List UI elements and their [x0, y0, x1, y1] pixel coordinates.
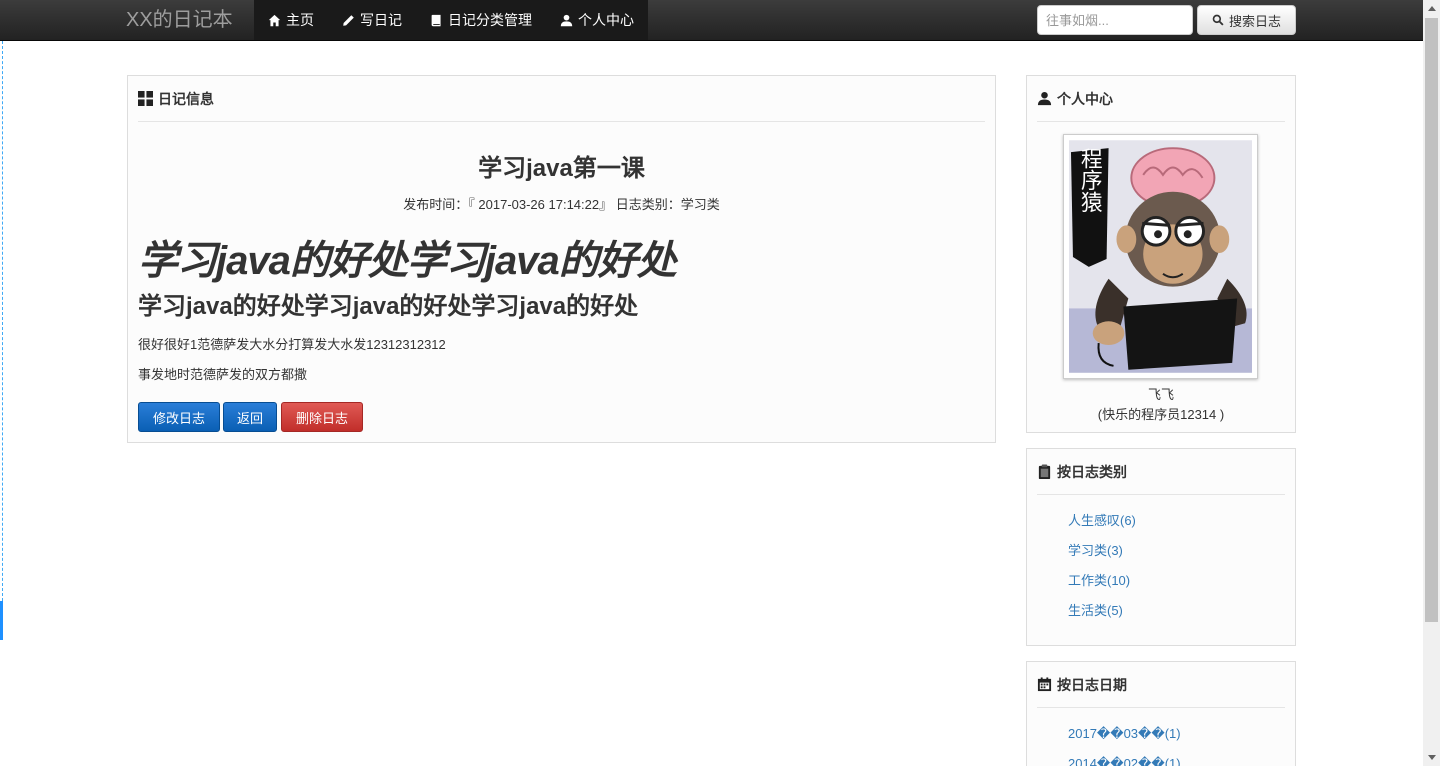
nav-write-diary-label: 写日记	[360, 12, 402, 28]
search-button-label: 搜索日志	[1228, 13, 1281, 29]
nav-category-manage[interactable]: 日记分类管理	[416, 0, 546, 40]
date-heading: 按日志日期	[1057, 676, 1127, 693]
list-item: 学习类(3)	[1068, 541, 1136, 571]
scroll-down-arrow-icon[interactable]	[1423, 749, 1440, 766]
search-button[interactable]: 搜索日志	[1197, 5, 1296, 35]
nickname: 飞飞	[1147, 387, 1174, 402]
diary-title: 学习java第一课	[478, 155, 645, 182]
content-paragraph-2: 事发地时范德萨发的双方都撒	[138, 367, 308, 382]
home-icon	[268, 14, 281, 26]
search-input[interactable]	[1037, 5, 1193, 35]
list-item: 工作类(10)	[1068, 571, 1136, 601]
top-navbar: XX的日记本 主页 写日记 日记分类管理 个人中心 搜索日志	[0, 0, 1423, 41]
date-header: 按日志日期	[1037, 662, 1285, 708]
date-link[interactable]: 2017��03��(1)	[1068, 726, 1181, 741]
category-link[interactable]: 工作类(10)	[1068, 573, 1130, 588]
delete-diary-button[interactable]: 删除日志	[281, 402, 363, 432]
list-item: 生活类(5)	[1068, 601, 1136, 631]
mood-text: (快乐的程序员12314 )	[1097, 407, 1225, 422]
content-paragraph-1: 很好很好1范德萨发大水分打算发大水发12312312312	[138, 337, 446, 352]
category-heading: 按日志类别	[1057, 463, 1127, 480]
nav-write-diary[interactable]: 写日记	[328, 0, 416, 40]
personal-center-panel: 个人中心 程序猿 飞飞 (快乐的程序员12314)	[1026, 75, 1296, 433]
scroll-up-arrow-icon[interactable]	[1423, 0, 1440, 17]
grid-icon	[138, 91, 153, 106]
category-panel: 按日志类别 人生感叹(6) 学习类(3) 工作类(10) 生活类(5)	[1026, 448, 1296, 646]
clipboard-icon	[1038, 464, 1051, 479]
category-link[interactable]: 生活类(5)	[1068, 603, 1123, 618]
avatar-banner-text: 程序猿	[1077, 147, 1102, 213]
book-icon	[431, 14, 441, 26]
date-list: 2017��03��(1) 2014��02��(1)	[1068, 724, 1181, 766]
diary-meta: 发布时间：『 2017-03-26 17:14:22』 日志类别：学习类	[403, 197, 720, 212]
category-header: 按日志类别	[1037, 449, 1285, 495]
nav-home[interactable]: 主页	[254, 0, 328, 40]
left-edge-marker	[0, 601, 3, 640]
user-icon	[1037, 91, 1052, 106]
edit-diary-button[interactable]: 修改日志	[138, 402, 220, 432]
scrollbar-thumb[interactable]	[1425, 18, 1438, 622]
left-dashed-guide	[2, 41, 3, 601]
list-item: 2014��02��(1)	[1068, 754, 1181, 766]
page-scrollbar[interactable]	[1423, 0, 1440, 766]
user-icon	[560, 14, 573, 26]
back-button[interactable]: 返回	[223, 402, 277, 432]
content-heading-bold: 学习java的好处学习java的好处学习java的好处	[138, 293, 639, 320]
nav-personal-center-label: 个人中心	[578, 12, 634, 28]
personal-center-header: 个人中心	[1037, 76, 1285, 122]
nav-home-label: 主页	[286, 12, 314, 28]
diary-info-heading: 日记信息	[158, 90, 214, 107]
calendar-icon	[1037, 677, 1052, 692]
content-heading-italic: 学习java的好处学习java的好处	[138, 239, 677, 283]
list-item: 2017��03��(1)	[1068, 724, 1181, 754]
diary-info-panel: 日记信息 学习java第一课 发布时间：『 2017-03-26 17:14:2…	[127, 75, 996, 443]
personal-center-heading: 个人中心	[1057, 90, 1113, 107]
date-panel: 按日志日期 2017��03��(1) 2014��02��(1)	[1026, 661, 1296, 766]
date-link[interactable]: 2014��02��(1)	[1068, 756, 1181, 766]
category-link[interactable]: 学习类(3)	[1068, 543, 1123, 558]
nav-personal-center[interactable]: 个人中心	[546, 0, 648, 40]
category-link[interactable]: 人生感叹(6)	[1068, 513, 1136, 528]
main-nav: 主页 写日记 日记分类管理 个人中心	[254, 0, 648, 40]
category-list: 人生感叹(6) 学习类(3) 工作类(10) 生活类(5)	[1068, 511, 1136, 631]
pencil-icon	[343, 14, 354, 26]
list-item: 人生感叹(6)	[1068, 511, 1136, 541]
nav-category-manage-label: 日记分类管理	[448, 12, 532, 28]
diary-info-header: 日记信息	[138, 76, 985, 122]
search-icon	[1212, 14, 1224, 26]
brand-logo[interactable]: XX的日记本	[126, 0, 233, 40]
avatar: 程序猿	[1063, 134, 1258, 379]
programmer-monkey-illustration: 程序猿	[1069, 140, 1252, 373]
